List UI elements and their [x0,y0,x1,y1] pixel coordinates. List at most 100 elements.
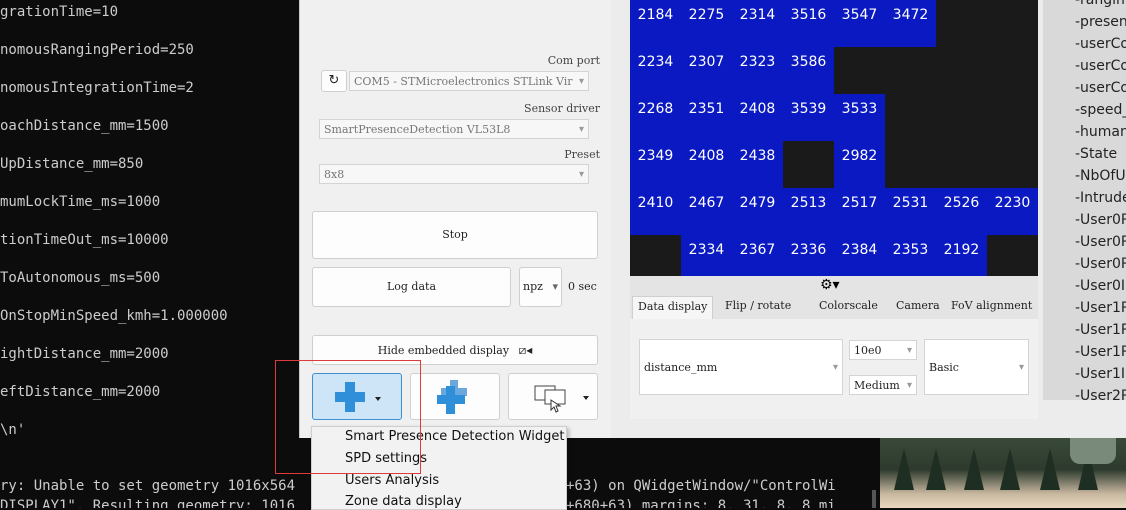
preset-label: Preset [564,148,600,161]
zone-cell: 2314 [732,0,783,47]
zone-cell: 3472 [885,0,936,47]
terminal-line: ToAutonomous_ms=500 [0,270,161,286]
zone-grid: 2184 2275 2314 3516 3547 3472 2234 2307 2323 3586… [630,0,1038,282]
field-list-item[interactable]: -userCo [1075,58,1126,74]
field-list-item[interactable]: -presen [1075,14,1126,30]
tab-fov-alignment[interactable]: FoV alignment [951,296,1032,318]
tab-flip-rotate[interactable]: Flip / rotate [725,296,791,318]
size-select[interactable]: Medium ▾ [849,375,917,395]
scroll-overlay[interactable] [1070,438,1116,464]
tab-bar: ⚙▾ Data display Flip / rotate Colorscale… [630,276,1038,319]
terminal-scrollbar[interactable] [872,490,876,508]
zone-cell [936,47,987,94]
tree-shape [1000,448,1020,490]
terminal-line: DISPLAY1". Resulting geometry: 1016 [0,498,296,508]
menu-item-zone-data[interactable]: Zone data display [345,494,462,509]
zone-cell [783,141,834,188]
zone-cell: 2184 [630,0,681,47]
terminal-line: +63) on QWidgetWindow/"ControlWi [566,478,836,494]
menu-item-users-analysis[interactable]: Users Analysis [345,473,439,488]
zone-cell [885,94,936,141]
plus-icon [335,382,381,412]
field-list-item[interactable]: -userCo [1075,36,1126,52]
widget-dropdown-menu: Smart Presence Detection Widget SPD sett… [311,426,567,510]
tab-camera[interactable]: Camera [896,296,940,318]
field-list-item[interactable]: -User1In [1075,366,1126,382]
hide-display-icon: ⧄◂ [518,343,533,357]
field-list-panel: -rangin -presen -userCo -userCo -userCo -spee… [1043,0,1126,400]
field-list-item[interactable]: -User1P [1075,344,1126,360]
log-time: 0 sec [568,280,597,293]
zone-cell: 2408 [681,141,732,188]
size-value: Medium [854,379,900,392]
menu-item-spd-widget[interactable]: Smart Presence Detection Widget [345,429,564,444]
stop-button[interactable]: Stop [312,211,598,259]
add-multi-widget-button[interactable] [410,373,500,420]
mode-select[interactable]: Basic ▾ [924,339,1029,395]
zone-cell: 2353 [885,235,936,282]
terminal-line: \n' [0,422,26,438]
field-list-item[interactable]: -State [1075,146,1117,162]
tree-shape [1040,448,1060,490]
zone-cell: 2234 [630,47,681,94]
gear-icon[interactable]: ⚙▾ [820,277,840,293]
field-list-item[interactable]: -NbOfU [1075,168,1126,184]
zone-cell: 2513 [783,188,834,235]
menu-item-spd-settings[interactable]: SPD settings [345,451,427,466]
com-port-select[interactable]: COM5 - STMicroelectronics STLink Vir ▾ [349,71,589,91]
zone-cell: 2467 [681,188,732,235]
hide-display-button[interactable]: Hide embedded display ⧄◂ [312,335,598,365]
log-format-select[interactable]: npz ▾ [519,267,562,307]
terminal-line: UpDistance_mm=850 [0,156,144,172]
field-select[interactable]: distance_mm ▾ [639,339,843,395]
hide-display-label: Hide embedded display [377,344,510,357]
terminal-line: ightDistance_mm=2000 [0,346,169,362]
field-list-item[interactable]: -human [1075,124,1126,140]
field-list-item[interactable]: -User0P [1075,256,1126,272]
control-panel: Com port ↻ COM5 - STMicroelectronics STL… [300,0,611,438]
zone-cell: 2438 [732,141,783,188]
field-list-item[interactable]: -userCo [1075,80,1126,96]
field-list-item[interactable]: -speed_ [1075,102,1126,118]
field-list-item[interactable]: -User2P [1075,388,1126,400]
terminal-line: OnStopMinSpeed_kmh=1.000000 [0,308,228,324]
zone-cell [936,0,987,47]
zone-cell: 2336 [783,235,834,282]
window-layout-button[interactable] [508,373,598,420]
chevron-down-icon: ▾ [552,280,558,293]
scale-value: 10e0 [854,344,882,357]
zone-cell [936,94,987,141]
tab-data-display[interactable]: Data display [632,296,714,319]
zone-cell: 3586 [783,47,834,94]
field-list-item[interactable]: -User1P [1075,300,1126,316]
refresh-button[interactable]: ↻ [321,70,347,92]
sensor-driver-value: SmartPresenceDetection VL53L8 [324,123,511,136]
zone-cell: 2307 [681,47,732,94]
terminal-line: nomousIntegrationTime=2 [0,80,194,96]
add-widget-button[interactable] [312,373,402,420]
zone-cell: 3539 [783,94,834,141]
preset-select[interactable]: 8x8 ▾ [319,164,589,184]
field-list-item[interactable]: -rangin [1075,0,1125,8]
terminal-line: tionTimeOut_ms=10000 [0,232,169,248]
multi-plus-icon [437,380,467,414]
chevron-down-icon: ▾ [578,124,584,135]
zone-cell: 2526 [936,188,987,235]
log-format-value: npz [523,280,543,293]
field-list-item[interactable]: -User0P [1075,234,1126,250]
field-list-item[interactable]: -User0In [1075,278,1126,294]
zone-cell: 2334 [681,235,732,282]
chevron-down-icon: ▾ [906,345,912,356]
field-list-item[interactable]: -User0P [1075,212,1126,228]
field-list-item[interactable]: -Intrude [1075,190,1126,206]
terminal-line: +680+63) margins: 8, 31, 8, 8 mi [566,498,836,508]
tab-colorscale[interactable]: Colorscale [819,296,878,318]
log-data-button[interactable]: Log data [312,267,511,307]
sensor-driver-select[interactable]: SmartPresenceDetection VL53L8 ▾ [319,119,589,139]
scale-select[interactable]: 10e0 ▾ [849,340,917,360]
terminal-line: oachDistance_mm=1500 [0,118,169,134]
zone-cell [987,235,1038,282]
zone-cell: 2384 [834,235,885,282]
zone-cell: 2408 [732,94,783,141]
field-list-item[interactable]: -User1P [1075,322,1126,338]
